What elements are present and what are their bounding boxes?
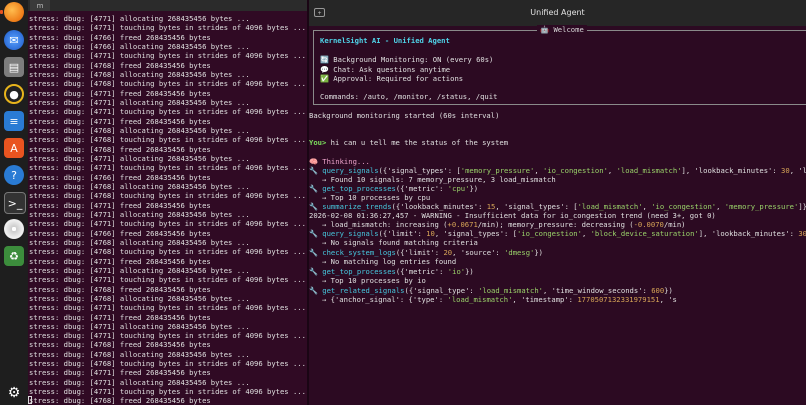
log-line: stress: dbug: [4768] allocating 26843545… (29, 349, 250, 359)
welcome-panel: 🤖 Welcome KernelSight AI - Unified Agent… (313, 25, 806, 105)
welcome-heading: KernelSight AI - Unified Agent (320, 36, 450, 45)
welcome-monitoring: 🔄 Background Monitoring: ON (every 60s) (320, 55, 494, 64)
log-line: stress: dbug: [4768] touching bytes in s… (29, 247, 306, 257)
log-line: stress: dbug: [4771] allocating 26843545… (29, 321, 250, 331)
agent-terminal[interactable]: + Unified Agent 🤖 Welcome KernelSight AI… (309, 0, 806, 405)
left-terminal-tabbar: m (28, 0, 307, 11)
tool-result-1: → Found 10 signals: 7 memory_pressure, 3… (322, 175, 556, 184)
log-line: stress: dbug: [4771] touching bytes in s… (29, 331, 306, 341)
tool-call-1: 🔧 query_signals({'signal_types': ['memor… (309, 166, 806, 175)
log-line: stress: dbug: [4768] touching bytes in s… (29, 79, 306, 89)
log-line: stress: dbug: [4771] freed 268435456 byt… (29, 312, 211, 322)
log-line: stress: dbug: [4771] touching bytes in s… (29, 219, 306, 229)
left-terminal[interactable]: m stress: dbug: [4771] allocating 268435… (28, 0, 307, 405)
agent-titlebar: + Unified Agent (309, 0, 806, 26)
log-line: stress: dbug: [4768] freed 268435456 byt… (29, 60, 211, 70)
log-line: stress: dbug: [4771] touching bytes in s… (29, 163, 306, 173)
welcome-title: 🤖 Welcome (314, 25, 806, 34)
log-line: stress: dbug: [4768] allocating 26843545… (29, 293, 250, 303)
log-line: stress: dbug: [4768] touching bytes in s… (29, 191, 306, 201)
log-line: stress: dbug: [4766] allocating 26843545… (29, 41, 250, 51)
log-line: stress: dbug: [4771] touching bytes in s… (29, 303, 306, 313)
log-line: stress: dbug: [4768] freed 268435456 byt… (29, 340, 211, 350)
log-line: stress: dbug: [4771] touching bytes in s… (29, 387, 306, 397)
tool-result-7: → {'anchor_signal': {'type': 'load_misma… (322, 295, 677, 304)
log-line: stress: dbug: [4768] freed 268435456 byt… (29, 144, 211, 154)
window-title: Unified Agent (530, 8, 585, 17)
log-line: stress: dbug: [4768] allocating 26843545… (29, 181, 250, 191)
tool-call-7: 🔧 get_related_signals({'signal_type': 'l… (309, 286, 673, 295)
log-line: stress: dbug: [4771] allocating 26843545… (29, 265, 250, 275)
log-line: stress: dbug: [4771] freed 268435456 byt… (29, 368, 211, 378)
rhythmbox-icon[interactable]: ● (4, 84, 24, 104)
dock: ✉ ▤ ● ≡ A ? >_ ♻ ⚙ (0, 0, 28, 405)
welcome-commands: Commands: /auto, /monitor, /status, /qui… (320, 92, 498, 101)
firefox-icon[interactable] (0, 2, 24, 22)
files-icon[interactable]: ▤ (4, 57, 24, 77)
writer-icon[interactable]: ≡ (4, 111, 24, 131)
tool-call-4: 🔧 query_signals({'limit': 10, 'signal_ty… (309, 229, 806, 238)
log-line: stress: dbug: [4768] freed 268435456 byt… (29, 284, 211, 294)
log-line: stress: dbug: [4766] freed 268435456 byt… (29, 32, 211, 42)
terminal-cursor (28, 396, 32, 404)
thinking-status: 🧠 Thinking... (309, 157, 370, 166)
log-line: stress: dbug: [4768] allocating 26843545… (29, 237, 250, 247)
tool-result-3: → load_mismatch: increasing (+0.0671/min… (322, 220, 686, 229)
log-line: stress: dbug: [4768] allocating 26843545… (29, 125, 250, 135)
log-line: stress: dbug: [4771] allocating 26843545… (29, 209, 250, 219)
log-line: stress: dbug: [4771] freed 268435456 byt… (29, 116, 211, 126)
tool-result-6: → Top 10 processes by io (322, 276, 426, 285)
welcome-chat: 💬 Chat: Ask questions anytime (320, 64, 451, 74)
log-line: stress: dbug: [4768] touching bytes in s… (29, 135, 306, 145)
log-line: stress: dbug: [4771] allocating 26843545… (29, 97, 250, 107)
log-line: stress: dbug: [4771] touching bytes in s… (29, 51, 306, 61)
tool-call-6: 🔧 get_top_processes({'metric': 'io'}) (309, 267, 474, 276)
stress-log: stress: dbug: [4771] allocating 26843545… (28, 14, 307, 405)
tool-call-5: 🔧 check_system_logs({'limit': 20, 'sourc… (309, 248, 544, 257)
app-center-icon[interactable]: A (4, 138, 24, 158)
monitor-started: Background monitoring started (60s inter… (309, 111, 500, 120)
welcome-approval: ✅ Approval: Required for actions (320, 74, 464, 83)
disc-icon[interactable] (4, 219, 24, 239)
thunderbird-icon[interactable]: ✉ (4, 30, 24, 50)
log-line: stress: dbug: [4771] allocating 26843545… (29, 377, 250, 387)
show-apps-icon[interactable]: ⚙ (4, 383, 24, 403)
log-line: stress: dbug: [4771] allocating 26843545… (29, 14, 250, 23)
tool-result-4: → No signals found matching criteria (322, 238, 478, 247)
log-line: stress: dbug: [4771] touching bytes in s… (29, 107, 306, 117)
warning-line: 2026-02-08 01:36:27,457 - WARNING - Insu… (309, 211, 716, 220)
terminal-icon[interactable]: >_ (4, 192, 26, 214)
tool-call-2: 🔧 get_top_processes({'metric': 'cpu'}) (309, 184, 479, 193)
log-line: stress: dbug: [4768] freed 268435456 byt… (29, 396, 211, 405)
log-line: stress: dbug: [4771] freed 268435456 byt… (29, 200, 211, 210)
log-line: stress: dbug: [4771] freed 268435456 byt… (29, 88, 211, 98)
tool-result-5: → No matching log entries found (322, 257, 457, 266)
log-line: stress: dbug: [4768] touching bytes in s… (29, 359, 306, 369)
tool-result-2: → Top 10 processes by cpu (322, 193, 431, 202)
log-line: stress: dbug: [4766] freed 268435456 byt… (29, 228, 211, 238)
help-icon[interactable]: ? (4, 165, 24, 185)
left-terminal-tab[interactable]: m (30, 0, 50, 11)
log-line: stress: dbug: [4771] touching bytes in s… (29, 275, 306, 285)
log-line: stress: dbug: [4771] freed 268435456 byt… (29, 256, 211, 266)
trash-icon[interactable]: ♻ (4, 246, 24, 266)
log-line: stress: dbug: [4766] freed 268435456 byt… (29, 172, 211, 182)
user-prompt: You> hi can u tell me the status of the … (309, 138, 509, 147)
log-line: stress: dbug: [4771] touching bytes in s… (29, 23, 306, 33)
tool-call-3: 🔧 summarize_trends({'lookback_minutes': … (309, 202, 806, 211)
log-line: stress: dbug: [4771] allocating 26843545… (29, 153, 250, 163)
log-line: stress: dbug: [4768] allocating 26843545… (29, 69, 250, 79)
